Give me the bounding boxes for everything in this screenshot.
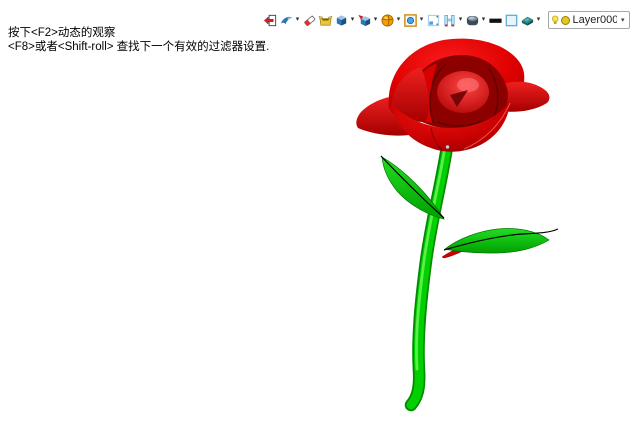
publish-icon[interactable] bbox=[278, 12, 294, 28]
shaded-sphere-dropdown-arrow[interactable]: ▾ bbox=[480, 12, 487, 28]
wheel-dropdown-arrow[interactable]: ▾ bbox=[395, 12, 402, 28]
cube-red-dropdown-arrow[interactable]: ▾ bbox=[372, 12, 379, 28]
shaded-sphere-icon[interactable] bbox=[464, 12, 480, 28]
lineweight-icon[interactable] bbox=[487, 12, 503, 28]
hint-line-1: 按下<F2>动态的观察 bbox=[8, 26, 269, 40]
lens-dropdown-arrow[interactable]: ▾ bbox=[418, 12, 425, 28]
layer-color-swatch bbox=[561, 16, 570, 25]
command-hints: 按下<F2>动态的观察 <F8>或者<Shift-roll> 查找下一个有效的过… bbox=[8, 26, 269, 54]
layer-name: Layer0000 bbox=[572, 14, 616, 26]
drawing-canvas[interactable] bbox=[0, 0, 644, 430]
render-toolbar: ▾ ▾ ▾ ▾ bbox=[262, 11, 630, 29]
open-box-icon[interactable] bbox=[317, 12, 333, 28]
exit-icon[interactable] bbox=[262, 12, 278, 28]
rose-render bbox=[340, 25, 580, 420]
frame-icon[interactable] bbox=[503, 12, 519, 28]
viewport-icon[interactable] bbox=[425, 12, 441, 28]
cube-icon[interactable] bbox=[333, 12, 349, 28]
visual-style-icon[interactable] bbox=[519, 12, 535, 28]
h-section-dropdown-arrow[interactable]: ▾ bbox=[457, 12, 464, 28]
lens-icon[interactable] bbox=[402, 12, 418, 28]
visual-style-dropdown-arrow[interactable]: ▾ bbox=[535, 12, 542, 28]
lightbulb-icon bbox=[551, 14, 559, 27]
wheel-icon[interactable] bbox=[379, 12, 395, 28]
eraser-icon[interactable] bbox=[301, 12, 317, 28]
hint-line-2: <F8>或者<Shift-roll> 查找下一个有效的过滤器设置. bbox=[8, 40, 269, 54]
publish-dropdown-arrow[interactable]: ▾ bbox=[294, 12, 301, 28]
cube-red-icon[interactable] bbox=[356, 12, 372, 28]
h-section-icon[interactable] bbox=[441, 12, 457, 28]
rose-bloom bbox=[356, 39, 549, 152]
cube-dropdown-arrow[interactable]: ▾ bbox=[349, 12, 356, 28]
rose-leaf-right bbox=[444, 228, 558, 253]
layer-combo[interactable]: Layer0000 ▾ bbox=[548, 11, 630, 29]
layer-combo-dropdown-arrow[interactable]: ▾ bbox=[619, 16, 627, 24]
cad-viewport-window: 按下<F2>动态的观察 <F8>或者<Shift-roll> 查找下一个有效的过… bbox=[0, 0, 644, 430]
